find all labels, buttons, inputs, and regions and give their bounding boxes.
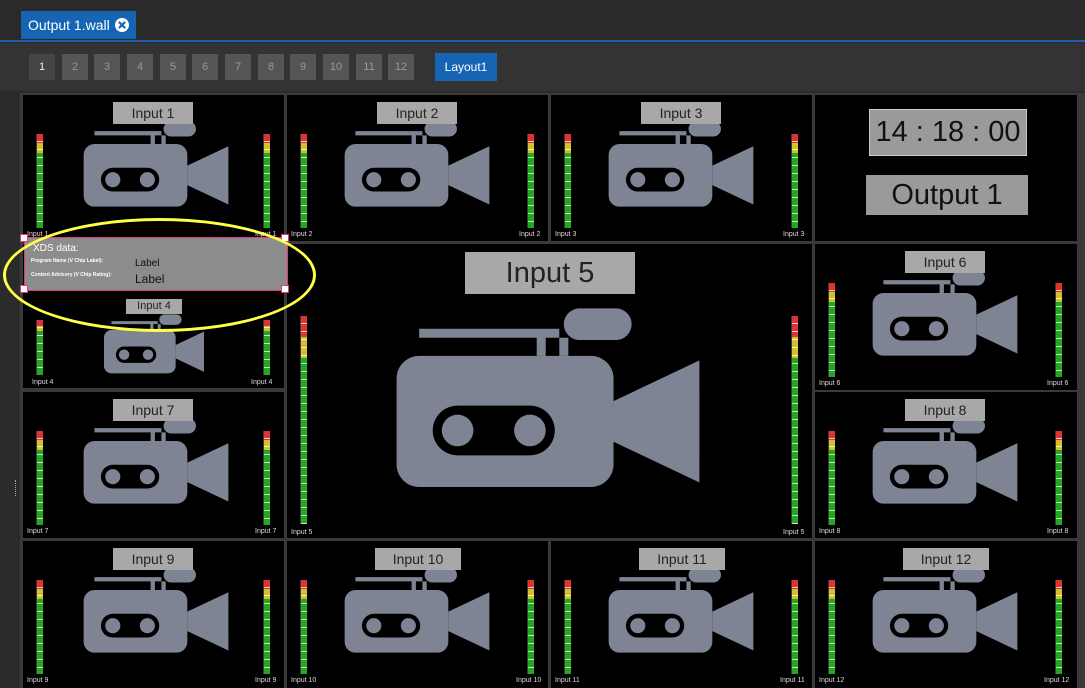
input-12-tile[interactable]: Input 12 Input 12 Input 12 <box>815 541 1077 688</box>
splitter-handle[interactable] <box>15 480 19 496</box>
input-6-tile[interactable]: Input 6 Input 6 Input 6 <box>815 244 1077 390</box>
page-button-9[interactable]: 9 <box>290 54 316 80</box>
right-audio-meter <box>263 134 270 228</box>
input-2-left-label: Input 2 <box>291 231 313 238</box>
left-audio-meter <box>300 580 307 674</box>
tab-bar: Output 1.wall <box>0 0 1085 42</box>
input-4-left-label: Input 4 <box>32 379 54 386</box>
left-audio-meter <box>300 316 307 524</box>
close-icon[interactable] <box>115 18 129 32</box>
input-10-right-label: Input 10 <box>516 677 542 684</box>
page-button-8[interactable]: 8 <box>258 54 284 80</box>
left-audio-meter <box>300 134 307 228</box>
left-audio-meter <box>36 580 43 674</box>
input-8-tile[interactable]: Input 8 Input 8 Input 8 <box>815 392 1077 538</box>
input-11-tile[interactable]: Input 11 Input 11 Input 11 <box>551 541 812 688</box>
app: Output 1.wall 1 2 3 4 5 6 7 8 9 10 11 12… <box>0 0 1085 688</box>
left-audio-meter <box>828 283 835 377</box>
input-9-tile[interactable]: Input 9 Input 9 Input 9 <box>23 541 284 688</box>
input-7-left-label: Input 7 <box>27 528 49 535</box>
input-3-left-label: Input 3 <box>555 231 577 238</box>
input-9-left-label: Input 9 <box>27 677 49 684</box>
input-2-title: Input 2 <box>377 102 457 124</box>
input-8-right-label: Input 8 <box>1047 528 1069 535</box>
input-5-left-label: Input 5 <box>291 529 313 536</box>
input-3-title: Input 3 <box>641 102 721 124</box>
input-7-tile[interactable]: Input 7 Input 7 Input 7 <box>23 392 284 538</box>
page-button-2[interactable]: 2 <box>62 54 88 80</box>
input-5-title: Input 5 <box>465 252 635 294</box>
page-button-12[interactable]: 12 <box>388 54 414 80</box>
page-bar: 1 2 3 4 5 6 7 8 9 10 11 12 Layout1 <box>0 43 1085 91</box>
layout-button[interactable]: Layout1 <box>435 53 497 81</box>
right-audio-meter <box>791 580 798 674</box>
page-button-10[interactable]: 10 <box>323 54 349 80</box>
input-8-left-label: Input 8 <box>819 528 841 535</box>
output-1-tile[interactable]: 14 : 18 : 00 Output 1 <box>815 95 1077 241</box>
left-audio-meter <box>564 580 571 674</box>
right-audio-meter <box>791 316 798 524</box>
right-audio-meter <box>1055 283 1062 377</box>
input-2-right-label: Input 2 <box>519 231 541 238</box>
input-10-title: Input 10 <box>375 548 461 570</box>
right-audio-meter <box>1055 431 1062 525</box>
page-button-11[interactable]: 11 <box>356 54 382 80</box>
page-button-7[interactable]: 7 <box>225 54 251 80</box>
input-12-left-label: Input 12 <box>819 677 845 684</box>
input-1-title: Input 1 <box>113 102 193 124</box>
left-audio-meter <box>828 580 835 674</box>
input-9-right-label: Input 9 <box>255 677 277 684</box>
input-7-right-label: Input 7 <box>255 528 277 535</box>
input-6-left-label: Input 6 <box>819 380 841 387</box>
input-8-title: Input 8 <box>905 399 985 421</box>
input-3-tile[interactable]: Input 3 Input 3 Input 3 <box>551 95 812 241</box>
highlight-ellipse <box>3 218 316 332</box>
left-audio-meter <box>564 134 571 228</box>
left-audio-meter <box>36 320 43 375</box>
page-button-4[interactable]: 4 <box>127 54 153 80</box>
input-4-right-label: Input 4 <box>251 379 273 386</box>
page-button-6[interactable]: 6 <box>192 54 218 80</box>
input-7-title: Input 7 <box>113 399 193 421</box>
input-6-right-label: Input 6 <box>1047 380 1069 387</box>
right-audio-meter <box>527 134 534 228</box>
input-9-title: Input 9 <box>113 548 193 570</box>
right-audio-meter <box>1055 580 1062 674</box>
page-button-5[interactable]: 5 <box>160 54 186 80</box>
left-audio-meter <box>36 134 43 228</box>
tab-underline <box>0 40 1085 42</box>
input-6-title: Input 6 <box>905 251 985 273</box>
input-5-tile[interactable]: Input 5 Input 5 Input 5 <box>287 244 812 538</box>
input-12-title: Input 12 <box>903 548 989 570</box>
input-3-right-label: Input 3 <box>783 231 805 238</box>
page-button-1[interactable]: 1 <box>29 54 55 80</box>
clock-display: 14 : 18 : 00 <box>869 109 1027 156</box>
input-2-tile[interactable]: Input 2 Input 2 Input 2 <box>287 95 548 241</box>
input-5-right-label: Input 5 <box>783 529 805 536</box>
right-audio-meter <box>527 580 534 674</box>
page-button-3[interactable]: 3 <box>94 54 120 80</box>
input-12-right-label: Input 12 <box>1044 677 1070 684</box>
right-audio-meter <box>791 134 798 228</box>
input-10-tile[interactable]: Input 10 Input 10 Input 10 <box>287 541 548 688</box>
left-audio-meter <box>36 431 43 525</box>
resize-handle-top-left[interactable] <box>20 234 28 242</box>
right-audio-meter <box>263 580 270 674</box>
tab-title: Output 1.wall <box>28 17 110 33</box>
output-name: Output 1 <box>866 175 1028 215</box>
input-10-left-label: Input 10 <box>291 677 317 684</box>
input-11-left-label: Input 11 <box>555 677 580 684</box>
video-camera-icon <box>378 270 718 496</box>
right-audio-meter <box>263 431 270 525</box>
tab-output-1-wall[interactable]: Output 1.wall <box>21 11 136 39</box>
left-audio-meter <box>828 431 835 525</box>
input-11-right-label: Input 11 <box>780 677 805 684</box>
right-audio-meter <box>263 320 270 375</box>
input-11-title: Input 11 <box>639 548 725 570</box>
